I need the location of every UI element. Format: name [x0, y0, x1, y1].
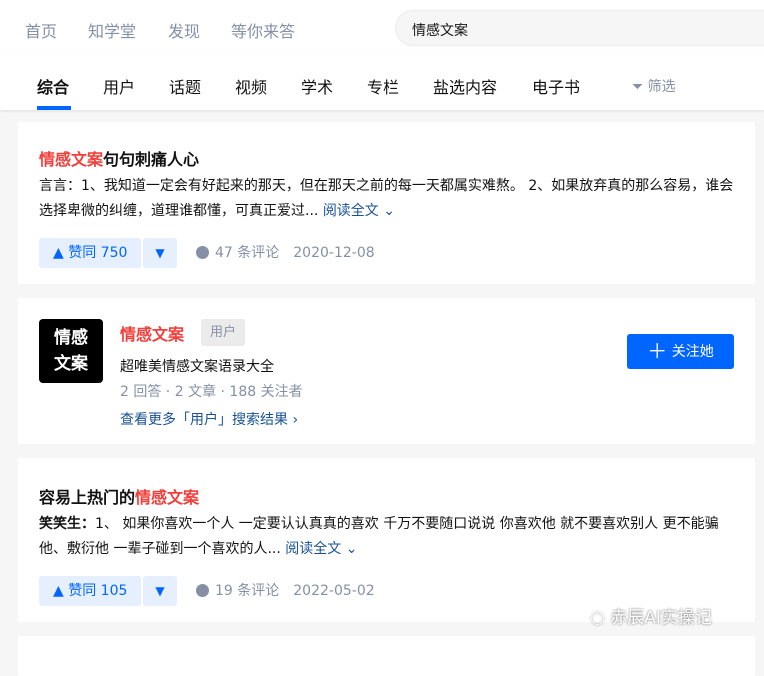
chevron-down-icon: ⌄: [345, 541, 358, 557]
follow-button[interactable]: ＋ 关注她: [627, 334, 734, 369]
user-badge: 用户: [201, 319, 246, 346]
title-highlight: 情感文案: [39, 150, 104, 169]
upvote-button[interactable]: ▲ 赞同 750: [39, 238, 142, 268]
nav-discover[interactable]: 发现: [168, 18, 200, 42]
excerpt-text: 1、 如果你喜欢一个人 一定要认认真真的喜欢 千万不要随口说说 你喜欢他 就不要…: [39, 516, 719, 557]
title-text: 容易上热门的: [39, 488, 136, 507]
top-header: 首页 知学堂 发现 等你来答 情感文案: [0, 0, 764, 55]
read-more-link[interactable]: 阅读全文 ⌄: [323, 203, 395, 219]
read-more-label: 阅读全文: [285, 541, 342, 557]
comments-link[interactable]: 19 条评论 2022-05-02: [196, 576, 375, 606]
user-name[interactable]: 情感文案: [120, 321, 184, 345]
tab-all[interactable]: 综合: [37, 74, 69, 98]
avatar[interactable]: 情感文案: [39, 319, 103, 383]
downvote-button[interactable]: ▼: [143, 238, 177, 268]
read-more-link[interactable]: 阅读全文 ⌄: [285, 541, 357, 557]
search-tabs: 综合 用户 话题 视频 学术 专栏 盐选内容 电子书 ⏷ 筛选: [0, 55, 764, 110]
more-users-link[interactable]: 查看更多「用户」搜索结果 ›: [120, 409, 298, 429]
watermark: ◌ 赤辰AI实操记: [590, 603, 712, 628]
tab-columns[interactable]: 专栏: [367, 74, 399, 98]
user-bio: 超唯美情感文案语录大全: [120, 359, 274, 375]
author: 笑笑生：: [39, 516, 95, 532]
user-stats: 2 回答 · 2 文章 · 188 关注者: [120, 384, 303, 400]
filter-button[interactable]: ⏷ 筛选: [632, 76, 676, 96]
avatar-text: 情感文案: [54, 328, 88, 374]
comments-link[interactable]: 47 条评论 2020-12-08: [196, 238, 375, 268]
result-excerpt: 言言：1、我知道一定会有好起来的那天，但在那天之前的每一天都属实难熬。 2、如果…: [39, 174, 739, 224]
tab-academic[interactable]: 学术: [301, 74, 333, 98]
nav-home[interactable]: 首页: [25, 18, 57, 42]
comment-count: 47 条评论: [215, 245, 280, 261]
upvote-button[interactable]: ▲ 赞同 105: [39, 576, 142, 606]
wechat-icon: ◌: [590, 608, 611, 628]
result-card: 情感文案句句刺痛人心 言言：1、我知道一定会有好起来的那天，但在那天之前的每一天…: [18, 122, 755, 284]
watermark-text: 赤辰AI实操记: [610, 608, 712, 628]
result-excerpt: 笑笑生：1、 如果你喜欢一个人 一定要认认真真的喜欢 千万不要随口说说 你喜欢他…: [39, 512, 739, 562]
comment-icon: [196, 584, 209, 597]
downvote-button[interactable]: ▼: [143, 576, 177, 606]
active-tab-indicator: [37, 106, 71, 110]
result-title[interactable]: 容易上热门的情感文案: [39, 484, 199, 508]
comment-icon: [196, 246, 209, 259]
chevron-down-icon: ⌄: [383, 203, 395, 219]
result-title[interactable]: 情感文案句句刺痛人心: [39, 146, 199, 170]
nav-zhixuetang[interactable]: 知学堂: [88, 18, 136, 42]
tab-ebooks[interactable]: 电子书: [532, 74, 580, 98]
follow-label: 关注她: [671, 344, 714, 360]
search-input[interactable]: 情感文案: [395, 10, 764, 46]
title-text: 句句刺痛人心: [103, 150, 200, 169]
date: 2022-05-02: [293, 583, 375, 599]
author: 言言：: [39, 178, 81, 194]
nav-waiting-answers[interactable]: 等你来答: [231, 18, 295, 42]
read-more-label: 阅读全文: [322, 203, 379, 219]
user-result-card: 情感文案 情感文案 用户 超唯美情感文案语录大全 2 回答 · 2 文章 · 1…: [18, 298, 755, 444]
result-card: [18, 636, 755, 676]
filter-icon: ⏷: [632, 79, 648, 95]
filter-label: 筛选: [647, 79, 676, 95]
comment-count: 19 条评论: [215, 583, 280, 599]
tab-users[interactable]: 用户: [103, 74, 135, 98]
tab-salt[interactable]: 盐选内容: [433, 74, 497, 98]
tab-videos[interactable]: 视频: [235, 74, 267, 98]
title-highlight: 情感文案: [135, 488, 200, 507]
result-card: 容易上热门的情感文案 笑笑生：1、 如果你喜欢一个人 一定要认认真真的喜欢 千万…: [18, 458, 755, 622]
tab-topics[interactable]: 话题: [169, 74, 201, 98]
plus-icon: ＋: [647, 339, 668, 363]
date: 2020-12-08: [293, 245, 375, 261]
